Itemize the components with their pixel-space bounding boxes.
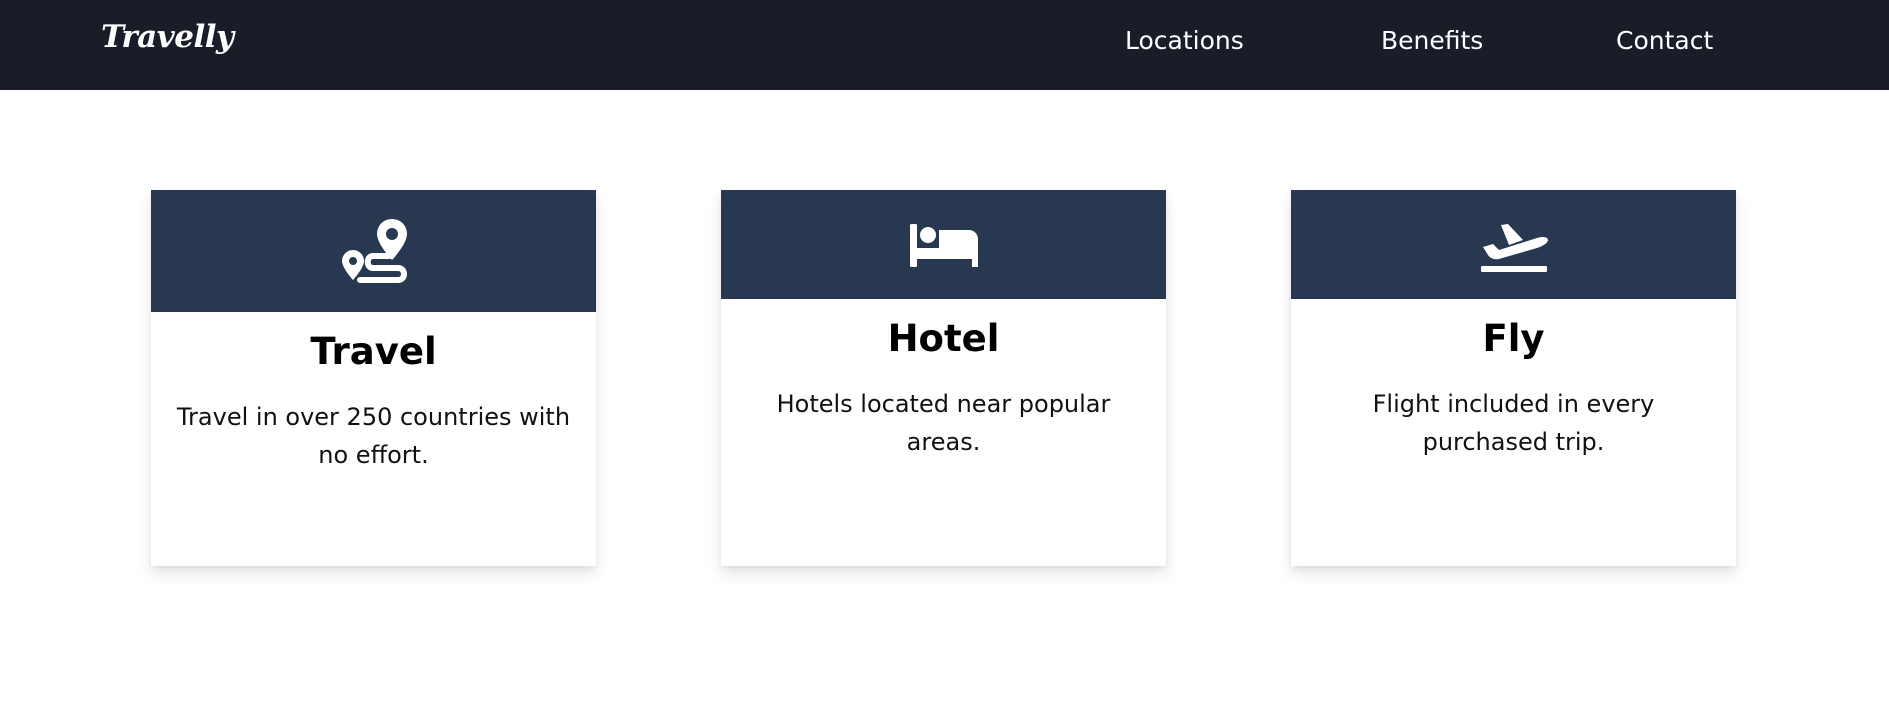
nav-link-locations[interactable]: Locations bbox=[1125, 26, 1244, 55]
fly-card: Fly Flight included in every purchased t… bbox=[1291, 190, 1736, 566]
nav-link-contact[interactable]: Contact bbox=[1616, 26, 1713, 55]
route-pin-icon bbox=[338, 216, 410, 286]
fly-card-text: Flight included in every purchased trip. bbox=[1372, 390, 1655, 457]
travel-card-text: Travel in over 250 countries with no eff… bbox=[176, 403, 571, 470]
travel-card-header bbox=[151, 190, 596, 312]
hotel-card-text: Hotels located near popular areas. bbox=[776, 390, 1111, 457]
plane-departure-icon bbox=[1479, 217, 1549, 273]
hotel-card: Hotel Hotels located near popular areas. bbox=[721, 190, 1166, 566]
nav-link-benefits[interactable]: Benefits bbox=[1381, 26, 1483, 55]
travel-card-title: Travel bbox=[310, 330, 437, 373]
fly-card-title: Fly bbox=[1482, 317, 1545, 360]
bed-icon bbox=[909, 222, 979, 268]
brand-logo[interactable]: Travelly bbox=[101, 19, 234, 55]
travel-card: Travel Travel in over 250 countries with… bbox=[151, 190, 596, 566]
fly-card-header bbox=[1291, 190, 1736, 299]
hotel-card-title: Hotel bbox=[887, 317, 1000, 360]
hotel-card-header bbox=[721, 190, 1166, 299]
top-navbar: Travelly Locations Benefits Contact bbox=[0, 0, 1889, 90]
